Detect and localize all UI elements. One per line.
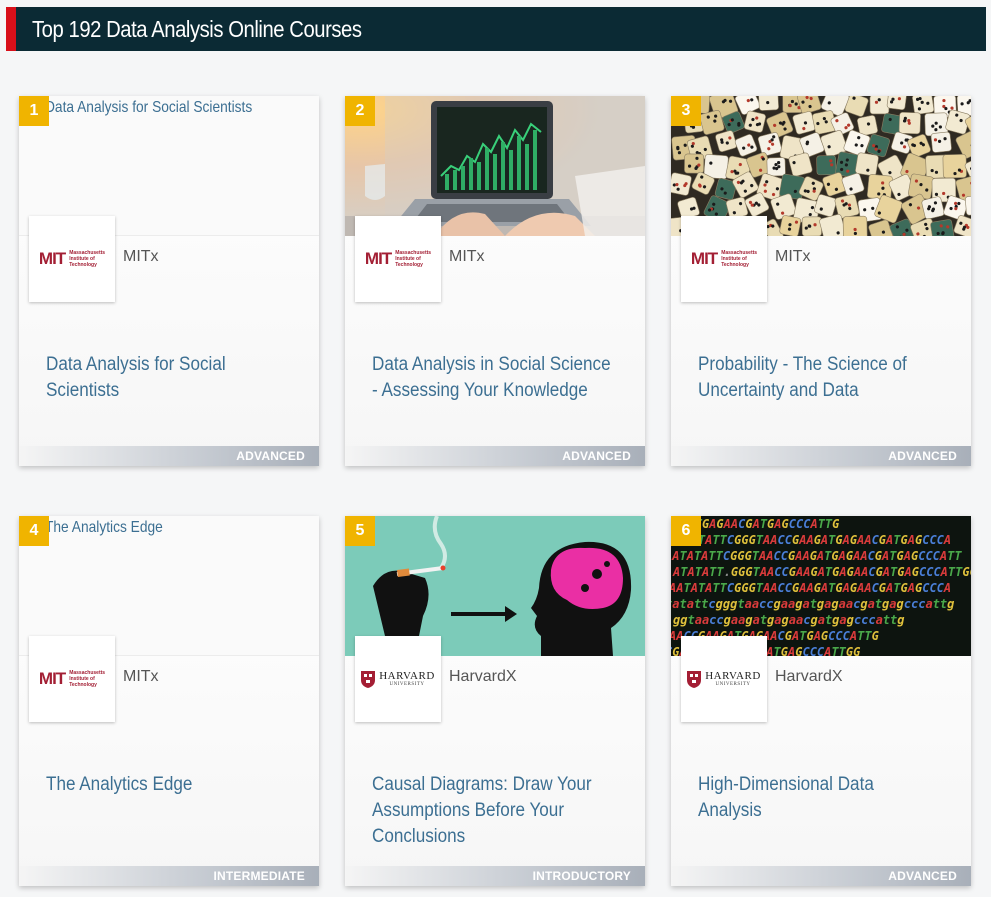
provider-logo[interactable]: HARVARD UNIVERSITY	[681, 636, 767, 722]
dna-sequence-illustration: AGATGAGAACGATGAGCCCATTGAATATATTCGGGTAACC…	[671, 516, 971, 656]
course-card[interactable]: 2 MIT Massachusetts Institute of Technolog…	[345, 96, 645, 466]
course-card[interactable]: AGATGAGAACGATGAGCCCATTGAATATATTCGGGTAACC…	[671, 516, 971, 886]
mit-logo-icon: MIT Massachusetts Institute of Technology	[364, 249, 432, 268]
course-title[interactable]: Probability - The Science of Uncertainty…	[698, 352, 941, 404]
provider-logo[interactable]: MIT Massachusetts Institute of Technology	[29, 636, 115, 722]
dna-sequence-line: ATATATT.GGGTAACCGAAGATGAGAACGATGAGCCCATT…	[672, 565, 971, 579]
provider-name[interactable]: HarvardX	[775, 668, 843, 686]
provider-name[interactable]: MITx	[775, 248, 811, 266]
rank-badge: 4	[19, 516, 49, 546]
mit-logo-icon: MIT Massachusetts Institute of Technology	[38, 249, 106, 268]
dice-illustration	[671, 96, 971, 236]
level-badge: ADVANCED	[345, 446, 645, 466]
course-title[interactable]: High-Dimensional Data Analysis	[698, 772, 941, 824]
course-card[interactable]: Data Analysis for Social Scientists 1 MI…	[19, 96, 319, 466]
level-badge: ADVANCED	[671, 446, 971, 466]
course-image-missing[interactable]: Data Analysis for Social Scientists	[19, 96, 319, 236]
header-accent-bar	[6, 7, 16, 51]
level-badge: ADVANCED	[19, 446, 319, 466]
course-title[interactable]: Data Analysis in Social Science - Assess…	[372, 352, 615, 404]
provider-logo[interactable]: HARVARD UNIVERSITY	[355, 636, 441, 722]
rank-badge: 2	[345, 96, 375, 126]
course-image-missing[interactable]: The Analytics Edge	[19, 516, 319, 656]
mit-logo-icon: MIT Massachusetts Institute of Technology	[38, 669, 106, 688]
course-image-dna-sequence[interactable]: AGATGAGAACGATGAGCCCATTGAATATATTCGGGTAACC…	[671, 516, 971, 656]
mit-logo-icon: MIT Massachusetts Institute of Technology	[690, 249, 758, 268]
rank-badge: 6	[671, 516, 701, 546]
smoking-brain-illustration	[345, 516, 645, 656]
provider-name[interactable]: HarvardX	[449, 668, 517, 686]
dna-sequence-line: ggtaaccgaagatgagaacgatgagcccattg	[673, 613, 905, 627]
rank-badge: 1	[19, 96, 49, 126]
page-title: Top 192 Data Analysis Online Courses	[32, 16, 362, 42]
dna-sequence-line: AATATATTCGGGTAACCGAAGATGAGAACGATGAGCCCA	[671, 581, 951, 595]
course-card[interactable]: 3 MIT Massachusetts Institute of Technolog…	[671, 96, 971, 466]
provider-logo[interactable]: MIT Massachusetts Institute of Technology	[355, 216, 441, 302]
provider-name[interactable]: MITx	[123, 248, 159, 266]
level-badge: INTERMEDIATE	[19, 866, 319, 886]
rank-badge: 3	[671, 96, 701, 126]
course-image-dice[interactable]	[671, 96, 971, 236]
course-image-laptop-chart[interactable]	[345, 96, 645, 236]
provider-logo[interactable]: MIT Massachusetts Institute of Technology	[681, 216, 767, 302]
provider-logo[interactable]: MIT Massachusetts Institute of Technology	[29, 216, 115, 302]
course-card[interactable]: The Analytics Edge 4 MIT Massachusetts In…	[19, 516, 319, 886]
provider-name[interactable]: MITx	[449, 248, 485, 266]
page-header: Top 192 Data Analysis Online Courses	[6, 7, 986, 51]
dna-sequence-line: AATATATTCGGGTAACCGAAGATGAGAACGATGAGCCCA	[671, 533, 951, 547]
course-title[interactable]: The Analytics Edge	[46, 772, 289, 798]
level-badge: ADVANCED	[671, 866, 971, 886]
provider-name[interactable]: MITx	[123, 668, 159, 686]
image-alt-text: Data Analysis for Social Scientists	[45, 99, 253, 116]
course-title[interactable]: Data Analysis for Social Scientists	[46, 352, 289, 404]
harvard-logo-icon: HARVARD UNIVERSITY	[361, 670, 435, 688]
course-card[interactable]: 5 HARVARD UNIVERSITY HarvardX Causal Diag…	[345, 516, 645, 886]
dna-sequence-line: tatattcgggtaaccgaagatgagaacgatgagcccattg	[671, 597, 954, 611]
rank-badge: 5	[345, 516, 375, 546]
course-title[interactable]: Causal Diagrams: Draw Your Assumptions B…	[372, 772, 615, 850]
level-badge: INTRODUCTORY	[345, 866, 645, 886]
image-alt-text: The Analytics Edge	[45, 519, 163, 536]
course-image-smoking-brain[interactable]	[345, 516, 645, 656]
laptop-chart-illustration	[345, 96, 645, 236]
dna-sequence-line: AATATATTCGGGTAACCGAAGATGAGAACGATGAGCCCAT…	[671, 549, 962, 563]
harvard-logo-icon: HARVARD UNIVERSITY	[687, 670, 761, 688]
